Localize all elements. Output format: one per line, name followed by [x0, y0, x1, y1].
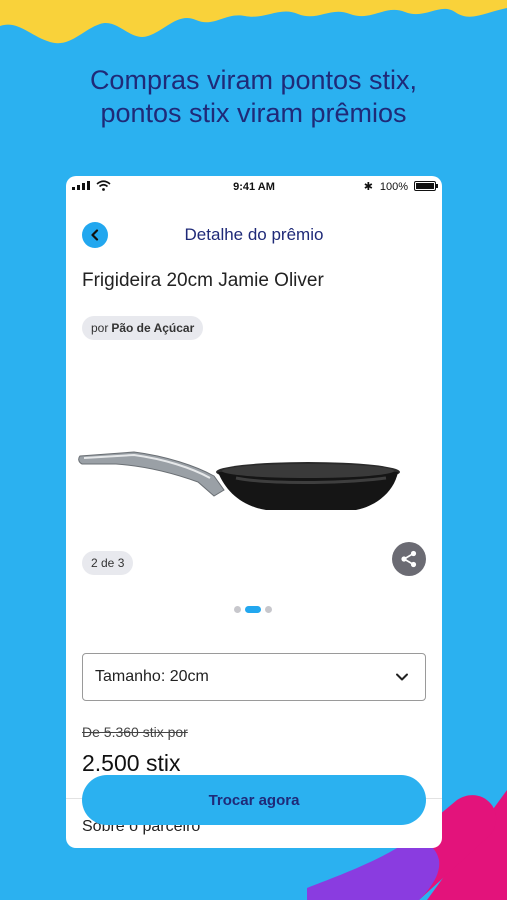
size-dropdown[interactable]: Tamanho: 20cm	[82, 653, 426, 701]
headline-line-2: pontos stix viram prêmios	[100, 98, 407, 128]
share-button[interactable]	[392, 542, 426, 576]
carousel-indicator[interactable]	[234, 606, 272, 613]
partner-prefix: por	[91, 321, 109, 335]
current-price: 2.500 stix	[82, 750, 181, 776]
screen-title: Detalhe do prêmio	[184, 225, 324, 244]
battery-icon	[414, 181, 438, 191]
carousel-dot[interactable]	[245, 606, 261, 613]
top-wave-decoration	[0, 0, 507, 44]
chevron-down-icon	[396, 673, 408, 681]
phone-screen: 9:41 AM ✱ 100% Detalhe do prêmio Frigide…	[66, 176, 442, 848]
size-dropdown-value: Tamanho: 20cm	[95, 668, 209, 685]
image-counter: 2 de 3	[82, 551, 134, 575]
product-name: Frigideira 20cm Jamie Oliver	[82, 270, 324, 291]
carousel-dot[interactable]	[265, 606, 272, 613]
redeem-now-button[interactable]: Trocar agora	[82, 775, 426, 825]
status-bar: 9:41 AM ✱ 100%	[66, 176, 442, 198]
headline-line-1: Compras viram pontos stix,	[89, 65, 418, 95]
product-image[interactable]	[76, 434, 406, 534]
partner-name: Pão de Açúcar	[111, 321, 195, 335]
headline: Compras viram pontos stix, pontos stix v…	[0, 64, 507, 130]
battery-percentage: 100%	[379, 181, 408, 193]
partner-badge[interactable]: por Pão de Açúcar	[82, 316, 204, 340]
bluetooth-icon: ✱	[363, 181, 373, 193]
share-icon	[401, 550, 417, 568]
carousel-dot[interactable]	[234, 606, 241, 613]
old-price: De 5.360 stix por	[82, 724, 188, 740]
